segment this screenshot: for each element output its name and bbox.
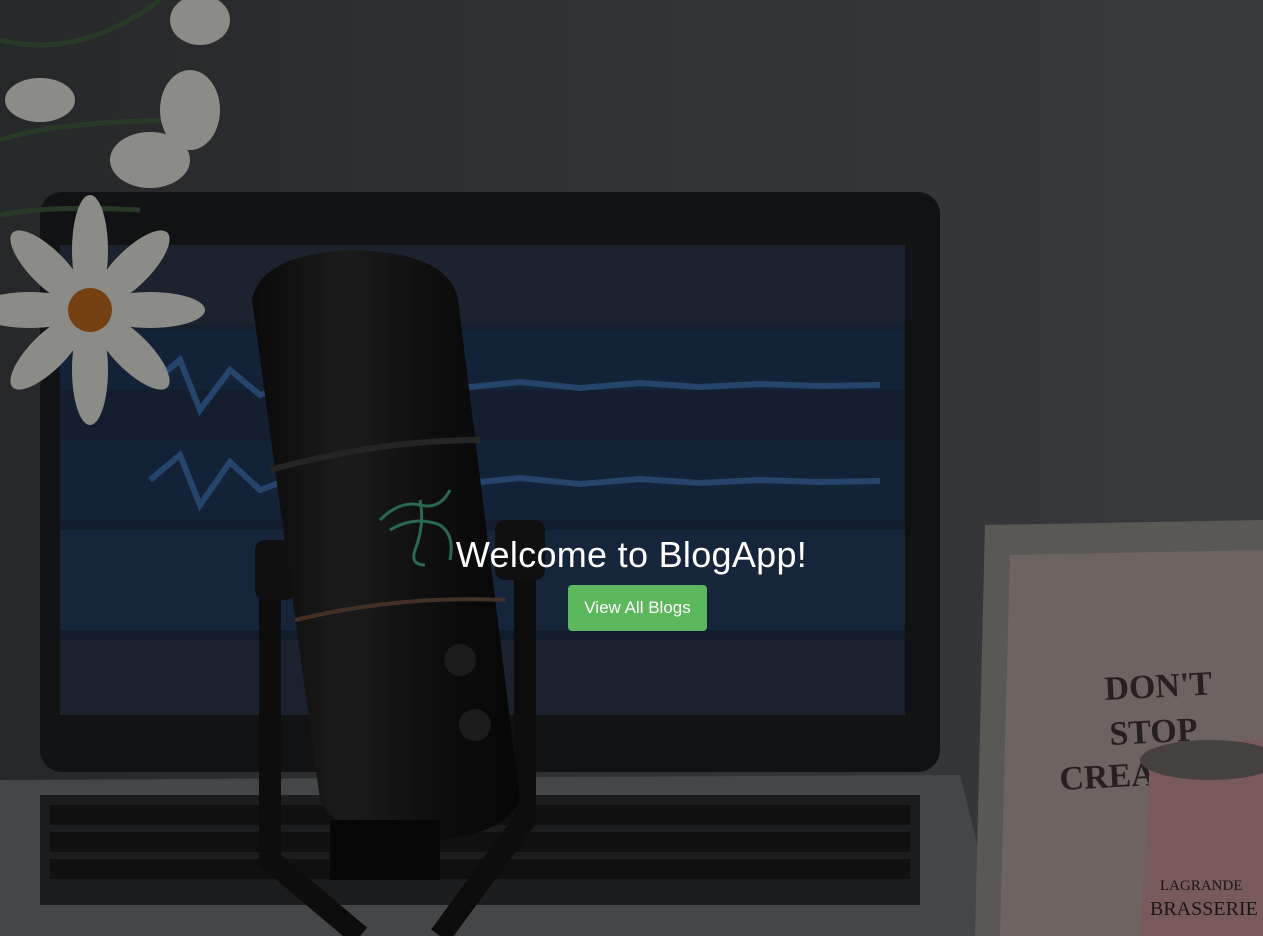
hero-section: DON'T STOP CREA LAGRANDE BRASSERIE Welco… [0,0,1263,936]
hero-title: Welcome to BlogApp! [455,534,808,575]
dark-overlay [0,0,1263,936]
view-all-blogs-button[interactable]: View All Blogs [568,585,707,631]
hero-content: Welcome to BlogApp! View All Blogs [0,534,1263,631]
